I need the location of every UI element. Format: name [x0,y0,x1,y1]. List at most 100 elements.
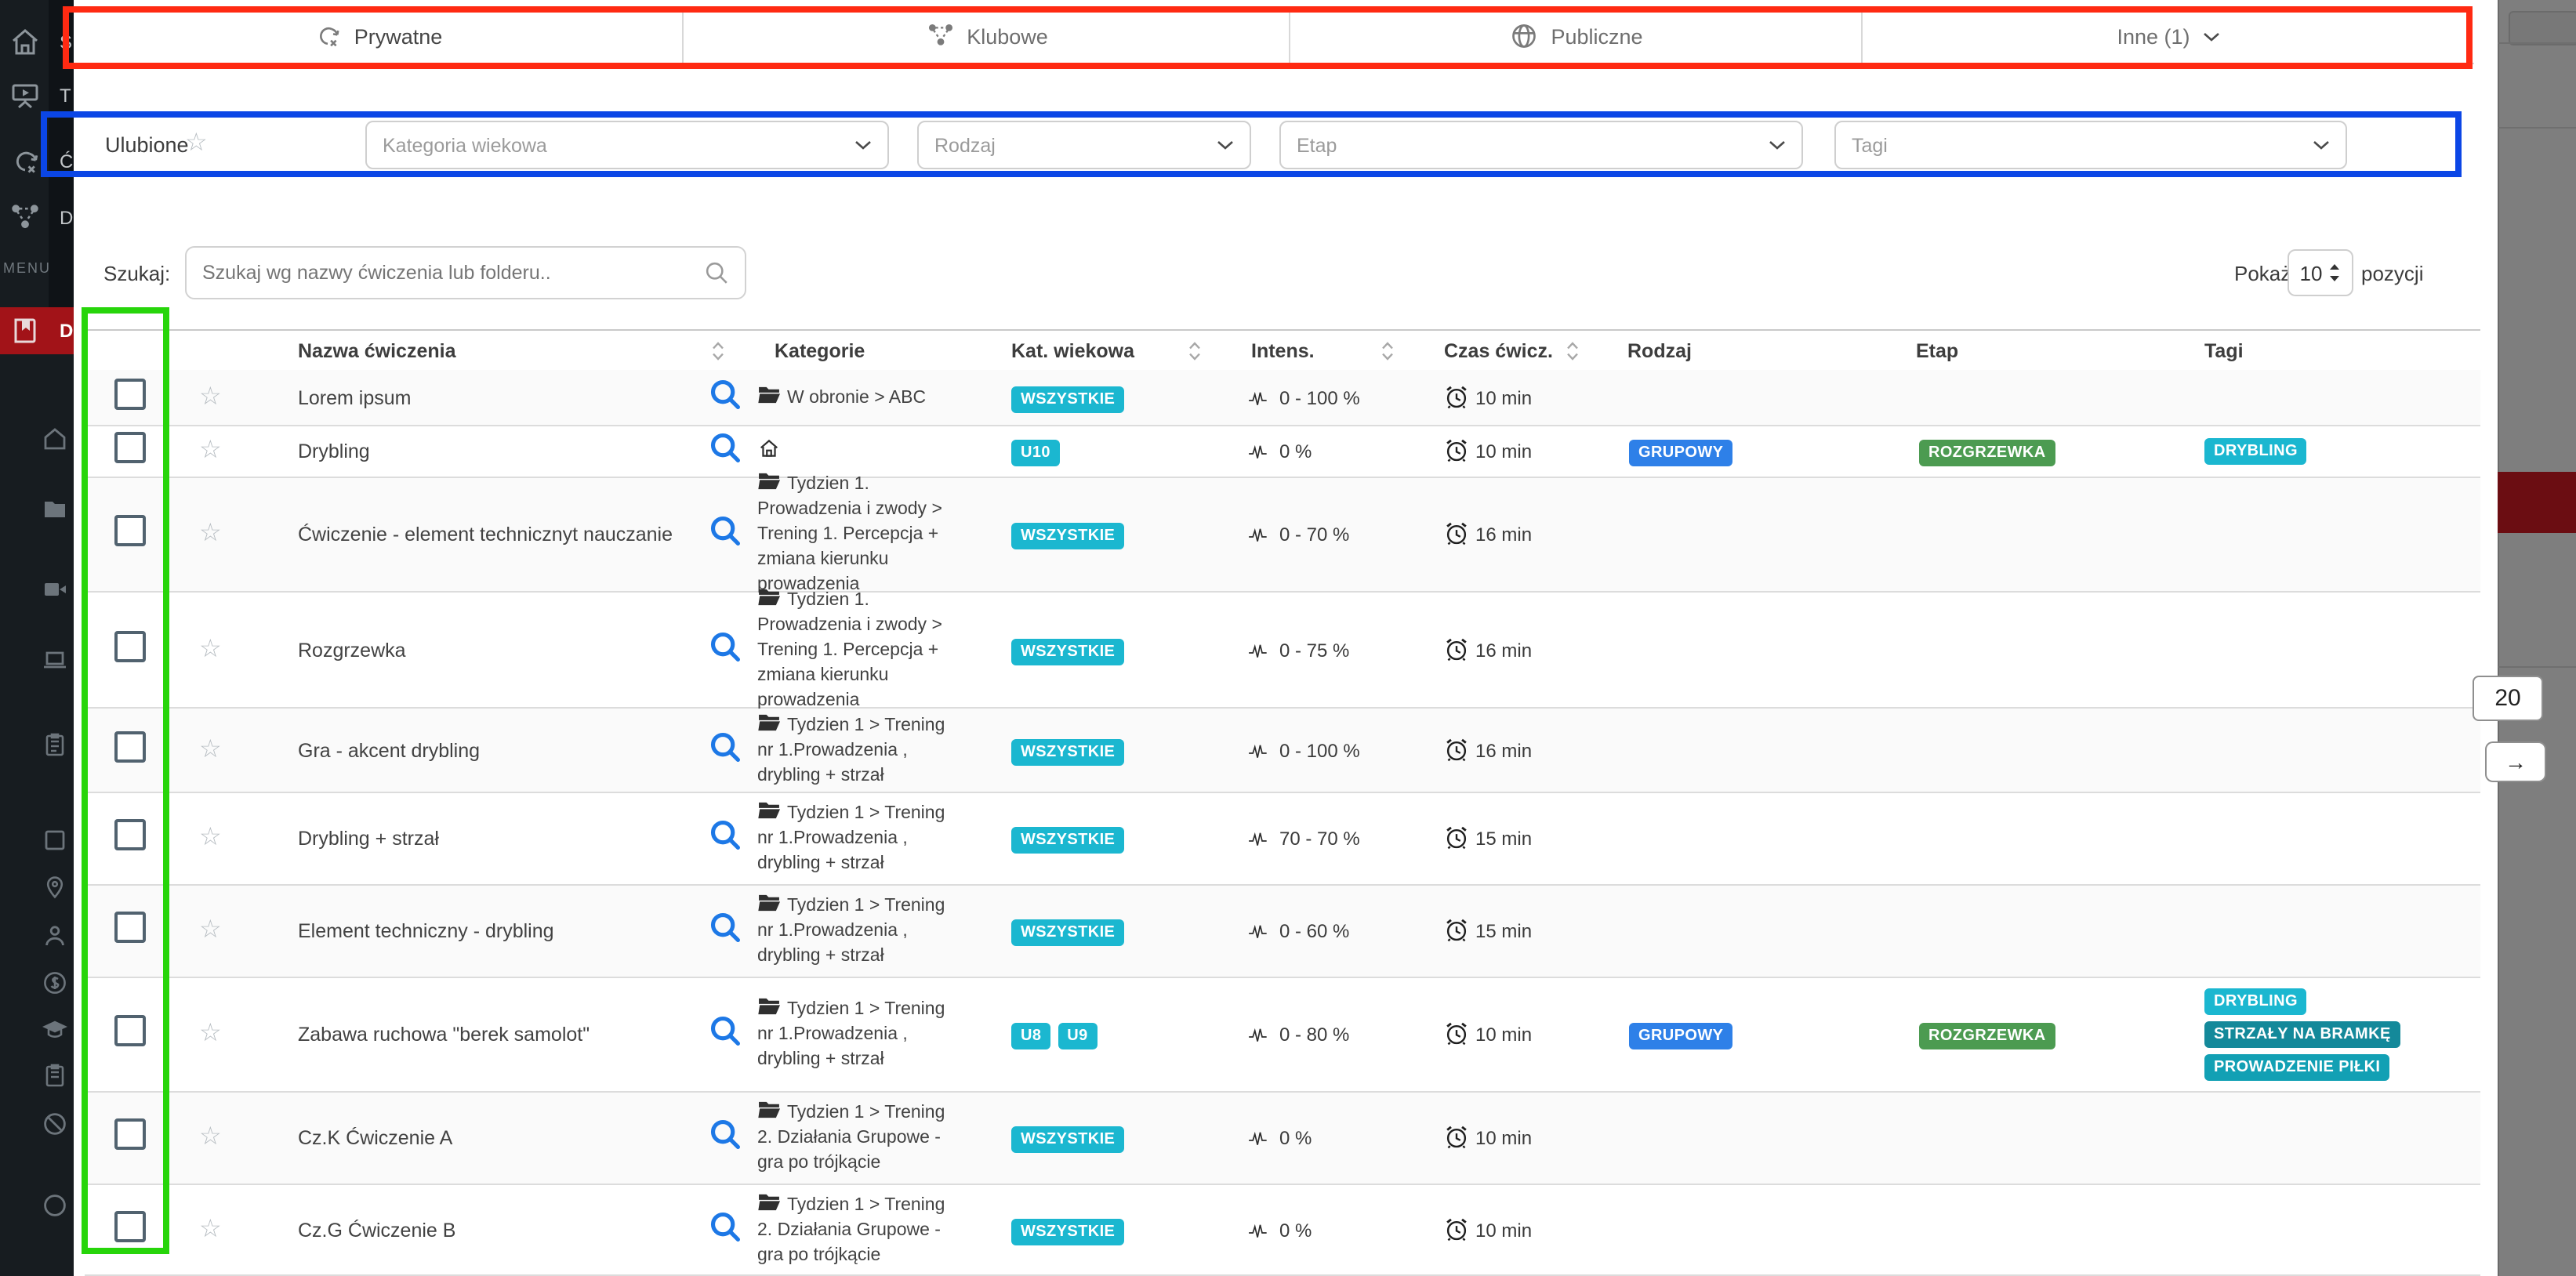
favorite-star-icon[interactable]: ☆ [199,520,222,547]
graduation-cap-icon[interactable] [42,1017,67,1042]
sort-icon[interactable] [1381,339,1394,361]
stepper-arrows-icon[interactable] [2328,263,2341,282]
favorite-star-icon[interactable]: ☆ [199,825,222,851]
sort-icon[interactable] [1566,339,1579,361]
preview-magnifier-icon[interactable] [709,1118,742,1151]
house-icon[interactable] [42,426,67,451]
home-icon [757,439,781,458]
search-input[interactable] [187,262,704,284]
ban-icon[interactable] [42,1111,67,1136]
video-icon[interactable] [42,577,67,602]
clock-icon [1444,520,1469,546]
sidebar-item-home[interactable]: S [0,16,74,69]
pin-icon[interactable] [42,875,67,900]
page-size-stepper[interactable]: 10 [2288,249,2353,296]
preview-magnifier-icon[interactable] [709,818,742,851]
sidebar-item-library-active[interactable]: D [0,307,74,354]
preview-magnifier-icon[interactable] [709,377,742,410]
laptop-icon[interactable] [42,647,67,672]
filter-stage-dropdown[interactable]: Etap [1279,121,1803,169]
favorite-star-icon[interactable]: ☆ [199,1216,222,1242]
table-row: ☆Ćwiczenie - element technicznyt nauczan… [85,478,2480,593]
header-stage[interactable]: Etap [1916,339,1958,361]
clipboard-icon[interactable] [42,1063,67,1088]
badge-wszystkie: WSZYSTKIE [1011,386,1124,412]
preview-magnifier-icon[interactable] [709,1209,742,1242]
folder-icon[interactable] [42,497,67,522]
favorite-star-icon[interactable]: ☆ [185,132,208,157]
preview-magnifier-icon[interactable] [709,514,742,547]
tab-klubowe[interactable]: Klubowe [682,9,1290,64]
row-checkbox[interactable] [114,819,146,850]
favorite-star-icon[interactable]: ☆ [199,383,222,410]
favorite-star-icon[interactable]: ☆ [199,1020,222,1047]
preview-magnifier-icon[interactable] [709,1014,742,1047]
dollar-icon[interactable] [42,970,67,995]
badge-u10: U10 [1011,440,1060,466]
folder-icon [757,472,781,491]
square-icon[interactable] [42,828,67,853]
filter-type-dropdown[interactable]: Rodzaj [917,121,1251,169]
intensity-icon [1248,386,1275,407]
header-tags[interactable]: Tagi [2204,339,2244,361]
side-panel-value-box[interactable]: 20 [2473,676,2543,721]
row-checkbox[interactable] [114,1015,146,1046]
chevron-down-icon [1217,140,1234,150]
sidebar-item-label: S [60,31,72,53]
intensity-value: 0 - 100 % [1279,739,1360,761]
clock-icon [1444,736,1469,761]
filter-age-category-dropdown[interactable]: Kategoria wiekowa [365,121,889,169]
sort-icon[interactable] [712,339,724,361]
row-checkbox[interactable] [114,1118,146,1150]
row-checkbox[interactable] [114,730,146,762]
globe-icon [1510,22,1538,50]
header-name[interactable]: Nazwa ćwiczenia [298,339,456,361]
favorite-star-icon[interactable]: ☆ [199,636,222,662]
intensity-value: 0 % [1279,440,1312,462]
exercise-name: Gra - akcent drybling [298,739,480,761]
tags-list: DRYBLING [2204,438,2307,465]
next-arrow-button[interactable]: → [2485,741,2546,782]
preview-magnifier-icon[interactable] [709,730,742,763]
preview-magnifier-icon[interactable] [709,431,742,464]
badge-rozgrzewka: ROZGRZEWKA [1919,440,2055,466]
tab-inne[interactable]: Inne (1) [1861,9,2474,64]
favorite-star-icon[interactable]: ☆ [199,1124,222,1151]
header-time[interactable]: Czas ćwicz. [1444,339,1553,361]
sidebar-item-team[interactable]: D [0,191,74,245]
row-checkbox[interactable] [114,515,146,546]
category-path: Tydzien 1 > Trening nr 1.Prowadzenia , d… [757,801,952,876]
preview-magnifier-icon[interactable] [709,629,742,662]
tab-prywatne[interactable]: Prywatne [74,9,682,64]
table-row: ☆Gra - akcent dryblingTydzien 1 > Trenin… [85,709,2480,793]
favorite-star-icon[interactable]: ☆ [199,917,222,944]
row-checkbox[interactable] [114,630,146,662]
category-path: W obronie > ABC [757,385,952,410]
sidebar-item-label: D [60,207,73,229]
row-checkbox[interactable] [114,432,146,463]
tab-label: Prywatne [354,24,443,48]
sort-icon[interactable] [1188,339,1201,361]
tactic-icon [314,22,342,50]
row-checkbox[interactable] [114,378,146,409]
sidebar-item-presentation[interactable]: T [0,69,74,122]
tab-publiczne[interactable]: Publiczne [1289,9,1863,64]
tab-label: Klubowe [967,24,1048,48]
row-checkbox[interactable] [114,1210,146,1242]
circle-icon[interactable] [42,1193,67,1218]
sidebar-item-exercises[interactable]: Ć [0,135,74,188]
header-age[interactable]: Kat. wiekowa [1011,339,1134,361]
preview-magnifier-icon[interactable] [709,911,742,944]
row-checkbox[interactable] [114,912,146,943]
clipboard-icon[interactable] [42,732,67,757]
person-icon[interactable] [42,923,67,948]
header-intensity[interactable]: Intens. [1251,339,1315,361]
category-path: Tydzien 1 > Trening nr 1.Prowadzenia , d… [757,997,952,1072]
favorite-star-icon[interactable]: ☆ [199,736,222,763]
badge-grupowy: GRUPOWY [1629,1023,1732,1049]
favorite-star-icon[interactable]: ☆ [199,437,222,464]
header-type[interactable]: Rodzaj [1627,339,1692,361]
favorites-label: Ulubione [105,133,189,157]
filter-tags-dropdown[interactable]: Tagi [1834,121,2347,169]
header-categories[interactable]: Kategorie [775,339,865,361]
